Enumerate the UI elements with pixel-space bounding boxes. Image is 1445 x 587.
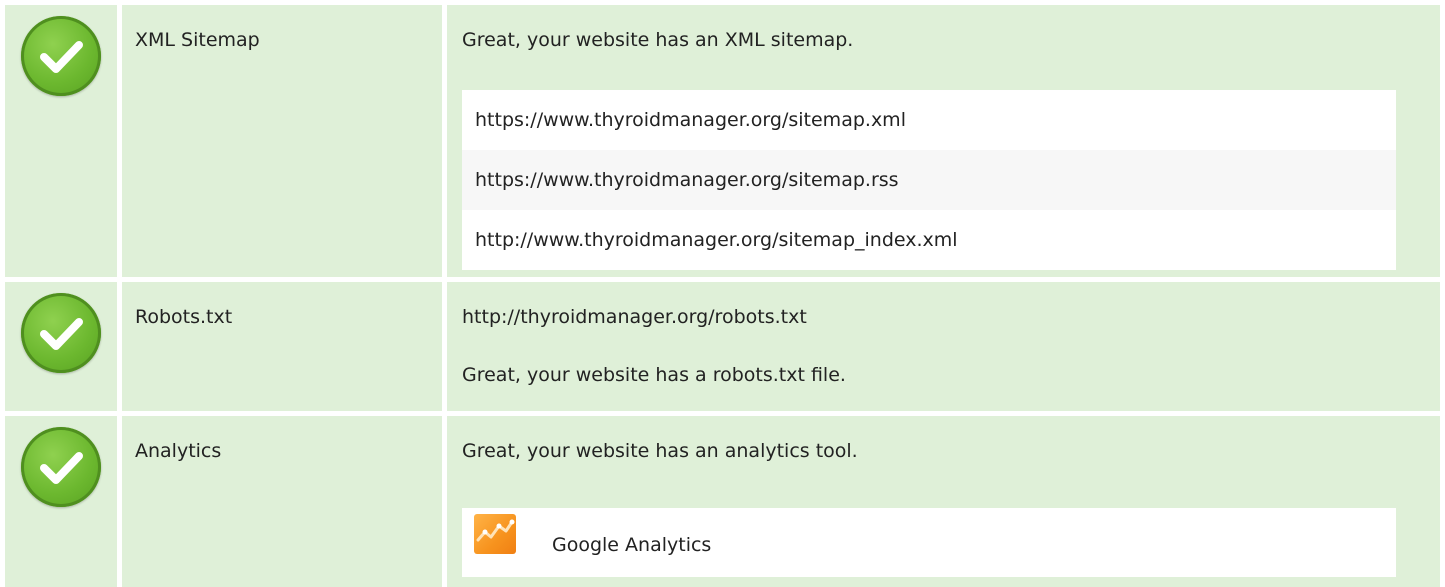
status-cell [5,282,117,411]
status-cell [5,5,117,277]
detail-cell: Great, your website has an XML sitemap. … [447,5,1440,277]
seo-report-table: XML Sitemap Great, your website has an X… [0,0,1445,587]
analytics-tool-name: Google Analytics [552,534,712,556]
analytics-tool-item: Google Analytics [462,508,1396,577]
check-label: Robots.txt [135,306,233,328]
sitemap-url[interactable]: http://www.thyroidmanager.org/sitemap_in… [462,210,1396,270]
label-cell: XML Sitemap [122,5,442,277]
check-circle-icon [21,16,101,96]
row-analytics: Analytics Great, your website has an ana… [0,416,1445,587]
label-cell: Analytics [122,416,442,587]
row-robots-txt: Robots.txt http://thyroidmanager.org/rob… [0,282,1445,411]
robots-url[interactable]: http://thyroidmanager.org/robots.txt [462,305,807,329]
sitemap-url-list: https://www.thyroidmanager.org/sitemap.x… [462,90,1396,270]
check-circle-icon [21,293,101,373]
sitemap-url[interactable]: https://www.thyroidmanager.org/sitemap.r… [462,150,1396,210]
check-label: XML Sitemap [135,29,260,51]
check-message: Great, your website has a robots.txt fil… [462,364,846,386]
sitemap-url[interactable]: https://www.thyroidmanager.org/sitemap.x… [462,90,1396,150]
row-xml-sitemap: XML Sitemap Great, your website has an X… [0,5,1445,277]
check-message: Great, your website has an analytics too… [462,440,858,462]
check-message: Great, your website has an XML sitemap. [462,29,854,51]
label-cell: Robots.txt [122,282,442,411]
google-analytics-icon [474,514,516,554]
detail-cell: Great, your website has an analytics too… [447,416,1440,587]
check-circle-icon [21,427,101,507]
detail-cell: http://thyroidmanager.org/robots.txt Gre… [447,282,1440,411]
status-cell [5,416,117,587]
check-label: Analytics [135,440,222,462]
